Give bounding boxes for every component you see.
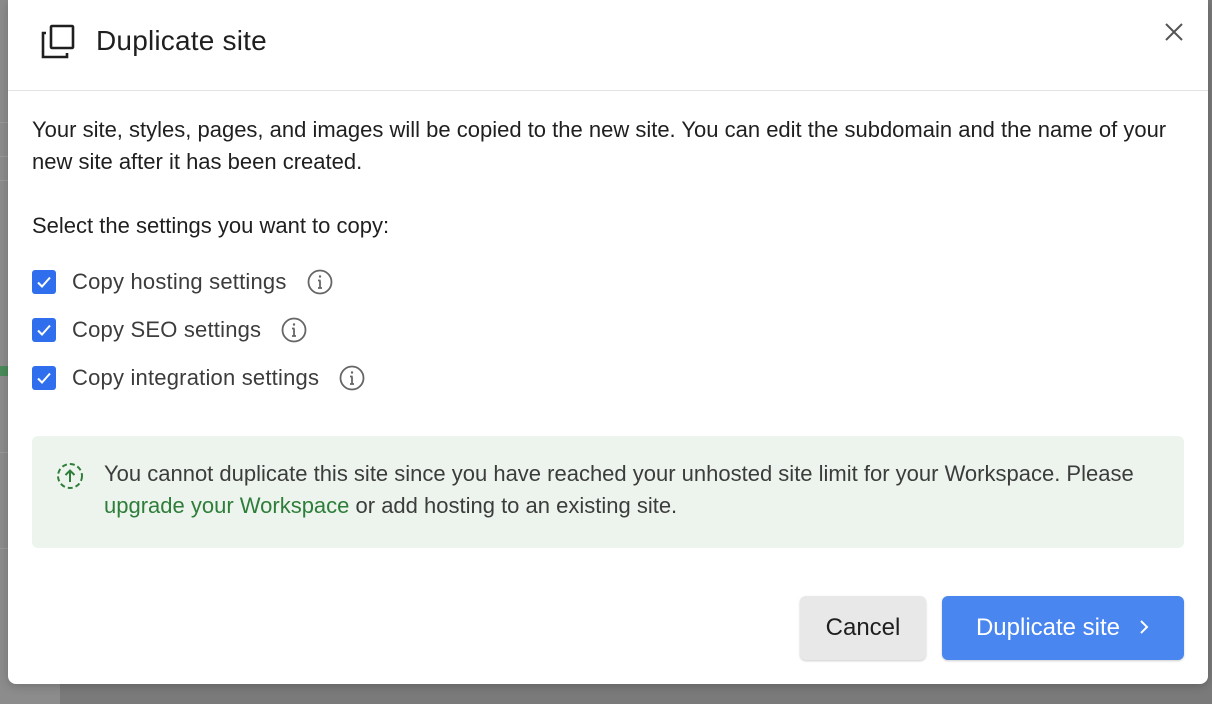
intro-text: Your site, styles, pages, and images wil… [32,117,1167,174]
dialog-title: Duplicate site [96,25,267,56]
duplicate-site-button-label: Duplicate site [975,614,1121,641]
notice-message: You cannot duplicate this site since you… [104,458,1144,522]
background-status-mark [0,366,8,376]
option-label: Copy integration settings [72,365,320,390]
upload-circle-icon [56,462,84,490]
option-label: Copy hosting settings [72,269,287,294]
dialog-footer: Cancel Duplicate site [800,596,1184,660]
info-icon[interactable] [339,365,365,391]
chevron-right-icon [1138,614,1150,642]
integration-settings-checkbox[interactable] [32,366,56,390]
option-integration-settings: Copy integration settings [32,354,1184,402]
close-icon [1164,22,1184,47]
seo-settings-checkbox[interactable] [32,318,56,342]
upgrade-workspace-link[interactable]: upgrade your Workspace [104,493,349,518]
notice-text-start: You cannot duplicate this site since you… [104,461,1134,486]
info-icon[interactable] [307,269,333,295]
hosting-settings-checkbox[interactable] [32,270,56,294]
settings-options: Copy hosting settings Copy SEO settings [32,258,1184,402]
option-hosting-settings: Copy hosting settings [32,258,1184,306]
info-icon[interactable] [281,317,307,343]
duplicate-site-button[interactable]: Duplicate site [942,596,1184,660]
settings-prompt: Select the settings you want to copy: [32,213,390,238]
duplicate-site-dialog: Duplicate site Your site, styles, pages,… [8,0,1208,684]
option-seo-settings: Copy SEO settings [32,306,1184,354]
dialog-header: Duplicate site [8,0,1208,91]
notice-text-end: or add hosting to an existing site. [349,493,678,518]
duplicate-icon [40,24,76,60]
cancel-button[interactable]: Cancel [800,596,926,660]
dialog-body: Your site, styles, pages, and images wil… [32,114,1184,548]
hosting-limit-notice: You cannot duplicate this site since you… [32,436,1184,548]
option-label: Copy SEO settings [72,317,262,342]
close-button[interactable] [1160,20,1188,48]
